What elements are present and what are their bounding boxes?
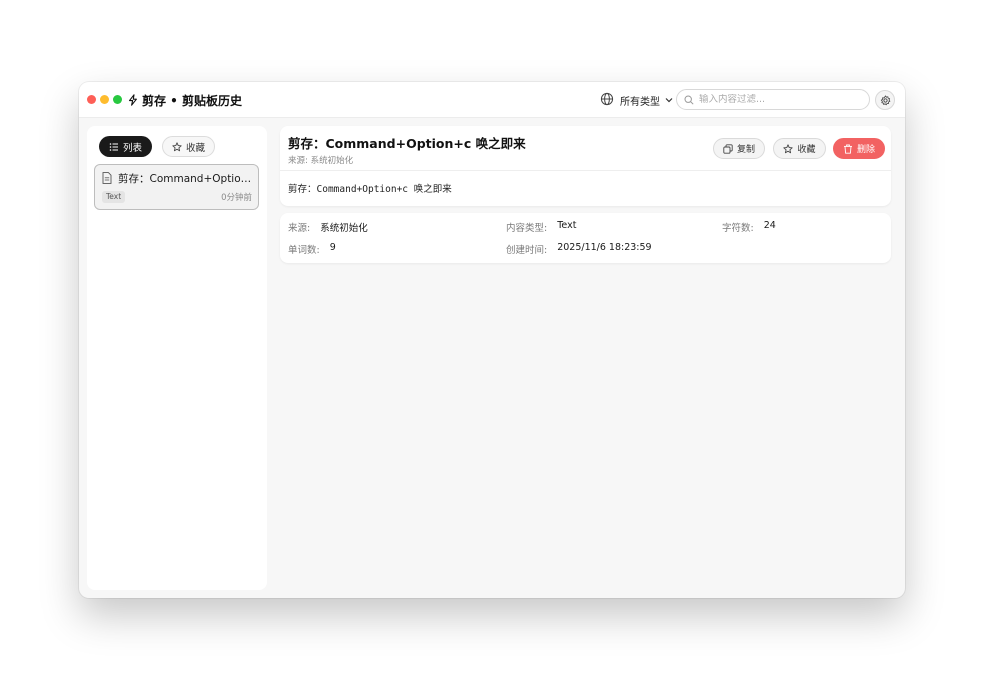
meta-content-type-label: 内容类型: xyxy=(506,223,548,234)
settings-button[interactable] xyxy=(875,90,895,110)
zoom-window-button[interactable] xyxy=(113,95,122,104)
meta-word-count-value: 9 xyxy=(329,242,336,253)
document-icon xyxy=(102,172,112,184)
detail-content: 剪存：Command+Option+c 唤之即来 xyxy=(288,184,452,195)
meta-char-count: 字符数: 24 xyxy=(722,220,776,234)
detail-source: 来源: 系统初始化 xyxy=(288,156,354,166)
star-icon xyxy=(172,141,182,151)
chevron-down-icon xyxy=(665,98,673,103)
meta-created-at: 创建时间: 2025/11/6 18:23:59 xyxy=(506,242,652,256)
detail-title: 剪存：Command+Option+c 唤之即来 xyxy=(288,136,526,151)
tab-list-label: 列表 xyxy=(122,142,142,154)
meta-source-value: 系统初始化 xyxy=(320,223,368,234)
list-item-time: 0分钟前 xyxy=(221,193,252,203)
delete-button-label: 删除 xyxy=(856,145,875,155)
meta-created-at-label: 创建时间: xyxy=(506,245,548,256)
gear-icon xyxy=(880,95,890,105)
bolt-icon xyxy=(128,94,137,106)
tab-list[interactable]: 列表 xyxy=(99,136,152,157)
search-input[interactable] xyxy=(699,94,859,105)
meta-content-type-value: Text xyxy=(557,220,577,231)
close-window-button[interactable] xyxy=(87,95,96,104)
type-filter-select[interactable]: 所有类型 xyxy=(620,91,674,109)
tab-favorites[interactable]: 收藏 xyxy=(162,136,215,157)
trash-icon xyxy=(843,144,852,154)
meta-content-type: 内容类型: Text xyxy=(506,220,576,234)
list-item-title: 剪存：Command+Option+c 唤之即来 xyxy=(118,173,254,185)
metadata-card: 来源: 系统初始化 内容类型: Text 字符数: 24 单词数: 9 创建时间… xyxy=(280,213,891,263)
list-item[interactable]: 剪存：Command+Option+c 唤之即来 Text 0分钟前 xyxy=(94,164,259,210)
search-box[interactable] xyxy=(676,89,870,110)
globe-icon[interactable] xyxy=(600,92,614,106)
app-window: 剪存 • 剪贴板历史 所有类型 输入内容过滤... 列表 收藏 剪存：Comma… xyxy=(79,82,905,598)
search-icon xyxy=(684,94,694,105)
meta-word-count-label: 单词数: xyxy=(288,245,320,256)
list-item-type-badge: Text xyxy=(102,191,126,203)
copy-button[interactable]: 复制 xyxy=(713,138,765,159)
type-filter-label: 所有类型 xyxy=(620,96,660,108)
favorite-button-label: 收藏 xyxy=(797,145,816,155)
tab-favorites-label: 收藏 xyxy=(185,142,205,154)
sidebar: 列表 收藏 剪存：Command+Option+c 唤之即来 Text 0分钟前 xyxy=(87,126,267,590)
detail-card: 剪存：Command+Option+c 唤之即来 来源: 系统初始化 复制 收藏… xyxy=(280,126,891,206)
title-bar: 剪存 • 剪贴板历史 所有类型 xyxy=(79,82,905,118)
detail-divider xyxy=(280,170,891,171)
meta-source: 来源: 系统初始化 xyxy=(288,220,368,234)
delete-button[interactable]: 删除 xyxy=(833,138,885,159)
meta-char-count-value: 24 xyxy=(763,220,776,231)
meta-source-label: 来源: xyxy=(288,223,311,234)
copy-button-label: 复制 xyxy=(736,145,755,155)
app-title: 剪存 • 剪贴板历史 xyxy=(127,91,242,109)
meta-created-at-value: 2025/11/6 18:23:59 xyxy=(557,242,652,253)
favorite-button[interactable]: 收藏 xyxy=(773,138,826,159)
app-title-text: 剪存 • 剪贴板历史 xyxy=(142,93,243,108)
meta-word-count: 单词数: 9 xyxy=(288,242,336,256)
copy-icon xyxy=(723,143,733,154)
star-icon xyxy=(783,143,794,153)
list-icon xyxy=(109,142,118,151)
minimize-window-button[interactable] xyxy=(100,95,109,104)
meta-char-count-label: 字符数: xyxy=(722,223,754,234)
